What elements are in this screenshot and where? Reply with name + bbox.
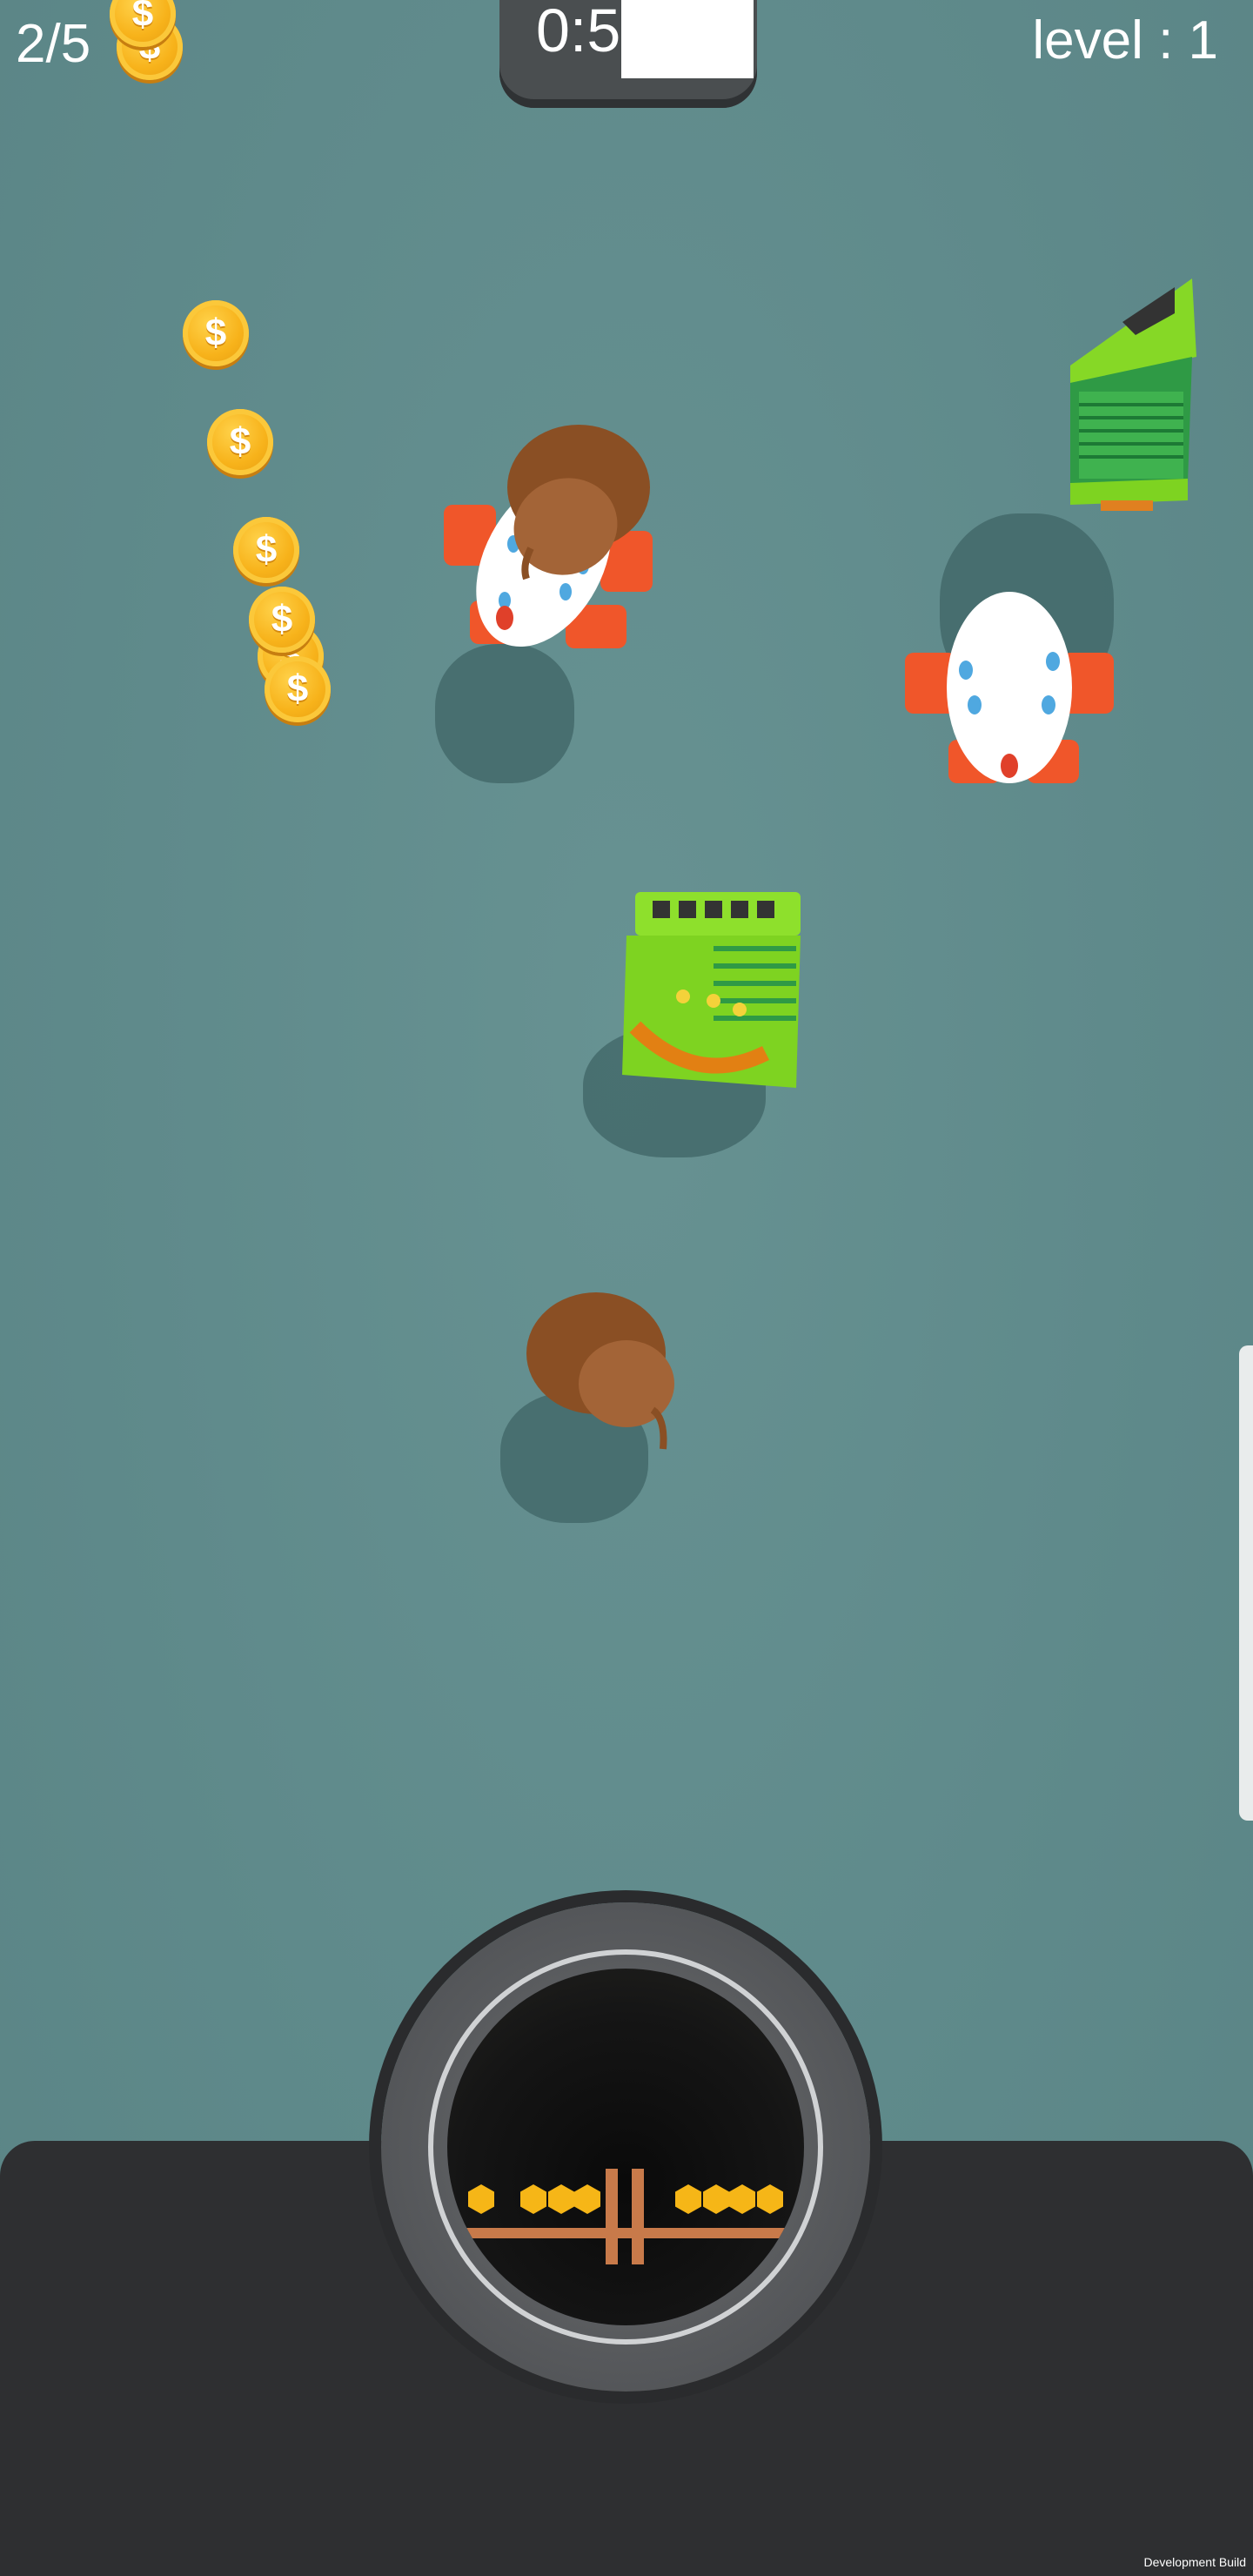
acorn-toy[interactable]: [522, 1288, 687, 1462]
hole-post: [606, 2169, 618, 2264]
coin-icon: $: [207, 409, 273, 475]
hex-token: [729, 2184, 755, 2214]
hex-token: [468, 2184, 494, 2214]
coin-icon: $: [233, 517, 299, 583]
rocket-toy[interactable]: [896, 592, 1122, 801]
hex-token: [675, 2184, 701, 2214]
game-stage[interactable]: $ $ $ $ $ $ $ $ 2/5 0:5 level : 1 Develo…: [0, 0, 1253, 2576]
hex-token: [757, 2184, 783, 2214]
hex-token: [520, 2184, 546, 2214]
coin-icon: $: [183, 300, 249, 366]
side-scroll-handle[interactable]: [1239, 1345, 1253, 1821]
hex-token: [574, 2184, 600, 2214]
score-counter: 2/5: [16, 14, 91, 74]
timer-text: 0:5: [536, 0, 621, 64]
shadow: [435, 644, 574, 783]
hex-token: [548, 2184, 574, 2214]
acorn-toy[interactable]: [496, 418, 653, 583]
coin-icon: $: [249, 587, 315, 653]
accordion-toy[interactable]: [609, 888, 809, 1097]
hole-bar: [447, 2228, 804, 2238]
accordion-toy[interactable]: [1053, 261, 1201, 513]
hex-token: [703, 2184, 729, 2214]
hole[interactable]: [447, 1969, 804, 2325]
hole-post: [632, 2169, 644, 2264]
timer-panel: 0:5: [499, 0, 757, 108]
level-label: level : 1: [1032, 10, 1218, 70]
development-build-label: Development Build: [1143, 2555, 1246, 2569]
timer-mask: [621, 0, 754, 78]
coin-icon: $: [265, 656, 331, 722]
